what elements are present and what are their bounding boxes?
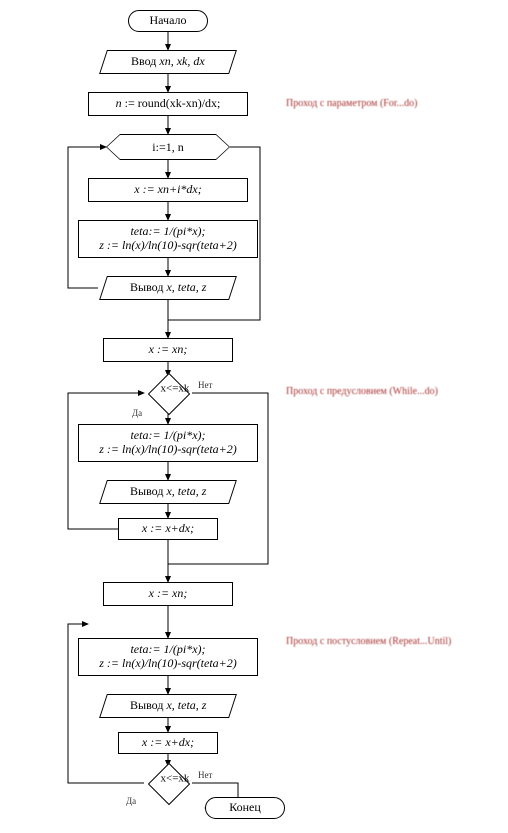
connector-lines	[8, 8, 500, 825]
annotation-for: Проход с параметром (For...do)	[286, 98, 417, 109]
process-n-assign: n := round(xk-xn)/dx;	[88, 92, 248, 116]
decision-while: x<=xk	[148, 373, 190, 415]
start-label: Начало	[150, 14, 187, 28]
end-label: Конец	[229, 801, 261, 815]
decision-while-text: x<=xk	[161, 383, 190, 395]
calc-while-l1: teta:= 1/(pi*x);	[130, 429, 205, 443]
io-output-repeat-text: Вывод x, teta, z	[130, 699, 206, 713]
annotation-repeat: Проход с постусловием (Repeat...Until)	[286, 636, 451, 647]
calc-repeat-l2: z := ln(x)/ln(10)-sqr(teta+2)	[99, 657, 237, 671]
process-x-repeat-init: x := xn;	[103, 582, 233, 606]
io-output-for: Вывод x, teta, z	[99, 276, 237, 300]
process-x-for: x := xn+i*dx;	[88, 178, 248, 202]
loop-header-text: i:=1, n	[152, 140, 183, 155]
io-input-text: Ввод xn, xk, dx	[131, 55, 205, 69]
flowchart-canvas: Начало Ввод xn, xk, dx n := round(xk-xn)…	[8, 8, 500, 825]
loop-for-header: i:=1, n	[106, 134, 230, 160]
io-input: Ввод xn, xk, dx	[99, 50, 237, 74]
calc-repeat-l1: teta:= 1/(pi*x);	[130, 643, 205, 657]
x-while-init-text: x := xn;	[149, 343, 188, 357]
repeat-branch-yes: Да	[126, 796, 136, 806]
calc-while-l2: z := ln(x)/ln(10)-sqr(teta+2)	[99, 443, 237, 457]
process-x-repeat-step: x := x+dx;	[118, 732, 218, 754]
x-repeat-init-text: x := xn;	[149, 587, 188, 601]
process-calc-for: teta:= 1/(pi*x); z := ln(x)/ln(10)-sqr(t…	[78, 220, 258, 258]
terminator-end: Конец	[205, 797, 285, 819]
io-output-while-text: Вывод x, teta, z	[130, 485, 206, 499]
annotation-while: Проход с предусловием (While...do)	[286, 386, 438, 397]
terminator-start: Начало	[128, 10, 208, 32]
calc-for-l2: z := ln(x)/ln(10)-sqr(teta+2)	[99, 239, 237, 253]
x-while-step-text: x := x+dx;	[142, 522, 194, 536]
io-output-while: Вывод x, teta, z	[99, 480, 237, 504]
calc-for-l1: teta:= 1/(pi*x);	[130, 225, 205, 239]
n-assign-text: n := round(xk-xn)/dx;	[116, 97, 221, 111]
process-calc-repeat: teta:= 1/(pi*x); z := ln(x)/ln(10)-sqr(t…	[78, 638, 258, 676]
process-calc-while: teta:= 1/(pi*x); z := ln(x)/ln(10)-sqr(t…	[78, 424, 258, 462]
process-x-while-step: x := x+dx;	[118, 518, 218, 540]
while-branch-no: Нет	[198, 380, 212, 390]
decision-repeat-text: x<=xk	[161, 773, 190, 785]
io-output-for-text: Вывод x, teta, z	[130, 281, 206, 295]
process-x-while-init: x := xn;	[103, 338, 233, 362]
x-for-text: x := xn+i*dx;	[134, 183, 202, 197]
while-branch-yes: Да	[132, 408, 142, 418]
repeat-branch-no: Нет	[198, 770, 212, 780]
decision-repeat: x<=xk	[148, 763, 190, 805]
x-repeat-step-text: x := x+dx;	[142, 736, 194, 750]
io-output-repeat: Вывод x, teta, z	[99, 694, 237, 718]
